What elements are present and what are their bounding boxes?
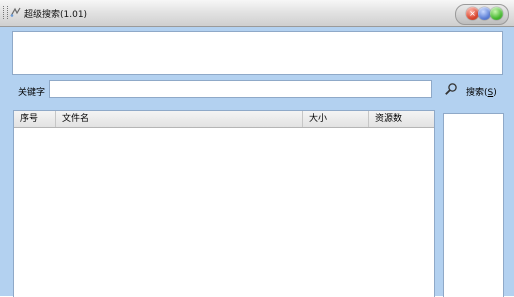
search-icon[interactable] — [444, 82, 458, 96]
list-header: 序号 文件名 大小 资源数 — [14, 111, 434, 128]
main-window: 超级搜索(1.01) × 关键字 搜索(S) 序号 文件名 大小 资源数 — [0, 0, 514, 297]
side-pane — [443, 113, 504, 297]
title-bar[interactable]: 超级搜索(1.01) × — [0, 0, 514, 27]
window-title: 超级搜索(1.01) — [24, 10, 88, 20]
column-header-filename[interactable]: 文件名 — [56, 111, 303, 127]
info-pane — [12, 31, 503, 75]
column-header-index[interactable]: 序号 — [14, 111, 56, 127]
column-header-sources[interactable]: 资源数 — [369, 111, 434, 127]
search-button[interactable]: 搜索(S) — [466, 85, 497, 98]
drag-grip[interactable] — [3, 6, 8, 19]
results-list[interactable]: 序号 文件名 大小 资源数 — [13, 110, 435, 297]
column-header-size[interactable]: 大小 — [303, 111, 369, 127]
keyword-label: 关键字 — [18, 88, 46, 98]
app-icon — [10, 7, 21, 17]
search-button-label: 搜索( — [466, 88, 488, 98]
keyword-input[interactable] — [49, 80, 432, 98]
search-button-suffix: ) — [493, 88, 497, 98]
maximize-button[interactable] — [490, 7, 503, 20]
